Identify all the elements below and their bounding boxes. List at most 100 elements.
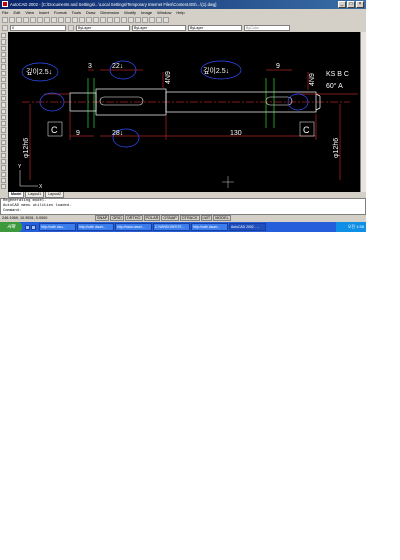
ucs-icon[interactable] <box>93 17 99 23</box>
rotate-icon[interactable] <box>1 184 6 190</box>
lineweight-select[interactable]: ByLayer <box>188 25 242 31</box>
hyperlink-icon[interactable] <box>86 17 92 23</box>
maximize-button[interactable]: □ <box>347 1 355 8</box>
diameter-left: φ12h6 <box>23 138 30 158</box>
ellipse-icon[interactable] <box>1 89 6 95</box>
print-icon[interactable] <box>23 17 29 23</box>
taskbar-item[interactable]: http://cafe.daum... <box>77 223 114 231</box>
properties-icon[interactable] <box>128 17 134 23</box>
rectangle-icon[interactable] <box>1 58 6 64</box>
osnap-toggle[interactable]: OSNAP <box>161 215 179 221</box>
polygon-icon[interactable] <box>1 51 6 58</box>
menu-image[interactable]: Image <box>141 10 152 15</box>
menu-draw[interactable]: Draw <box>86 10 95 15</box>
cut-icon[interactable] <box>44 17 50 23</box>
find-icon[interactable] <box>37 17 43 23</box>
multiline-text-icon[interactable] <box>1 140 6 146</box>
minimize-button[interactable]: _ <box>338 1 346 8</box>
taskbar-item[interactable]: http://cafe.dau... <box>39 223 76 231</box>
menu-modify[interactable]: Modify <box>124 10 136 15</box>
drawing-canvas[interactable]: C C 깊이2.5↓ 3 22↓ 깊이2.5↓ 9 KS B C 60° A 9… <box>8 32 360 192</box>
menu-window[interactable]: Window <box>157 10 171 15</box>
design-center-icon[interactable] <box>135 17 141 23</box>
color-select[interactable]: ByLayer <box>76 25 130 31</box>
arc-icon[interactable] <box>1 64 6 70</box>
crosshair-cursor <box>222 176 234 188</box>
erase-icon[interactable] <box>1 146 6 152</box>
vertical-scrollbar[interactable] <box>360 32 366 192</box>
taskbar-item[interactable]: C:\WINDOWS\TE... <box>153 223 190 231</box>
menu-file[interactable]: File <box>2 10 8 15</box>
menu-edit[interactable]: Edit <box>13 10 20 15</box>
paste-icon[interactable] <box>58 17 64 23</box>
autocad-app-icon[interactable] <box>2 1 8 7</box>
markup-icon[interactable] <box>156 17 162 23</box>
copy-icon[interactable] <box>51 17 57 23</box>
dim-9-bottom: 9 <box>76 130 80 137</box>
model-toggle[interactable]: MODEL <box>213 215 231 221</box>
otrack-toggle[interactable]: OTRACK <box>179 215 200 221</box>
title-bar[interactable]: AutoCAD 2002 - [C:\Documents and Setting… <box>0 0 366 9</box>
dbconnect-icon[interactable] <box>149 17 155 23</box>
menu-dimension[interactable]: Dimension <box>100 10 119 15</box>
command-window[interactable]: Regenerating model. AutoCAD menu utiliti… <box>0 198 366 215</box>
mirror-icon[interactable] <box>1 158 6 165</box>
zoom-previous-icon[interactable] <box>121 17 127 23</box>
lwt-toggle[interactable]: LWT <box>200 215 213 221</box>
properties-toolbar: 0 ByLayer ByLayer ByLayer ByColor <box>0 24 366 32</box>
move-icon[interactable] <box>1 177 6 184</box>
layer-select[interactable]: 0 <box>10 25 66 31</box>
revcloud-icon[interactable] <box>1 77 6 83</box>
make-block-icon[interactable] <box>1 108 6 114</box>
table-icon[interactable] <box>1 133 6 140</box>
ortho-toggle[interactable]: ORTHO <box>124 215 143 221</box>
spline-icon[interactable] <box>1 83 6 89</box>
polar-toggle[interactable]: POLAR <box>143 215 161 221</box>
save-icon[interactable] <box>16 17 22 23</box>
menu-tools[interactable]: Tools <box>72 10 81 15</box>
copy-object-icon[interactable] <box>1 152 6 158</box>
undo-icon[interactable] <box>72 17 78 23</box>
menu-insert[interactable]: Insert <box>39 10 49 15</box>
match-properties-icon[interactable] <box>65 17 71 23</box>
command-prompt[interactable]: Command: <box>3 209 365 214</box>
line-icon[interactable] <box>1 33 6 39</box>
open-file-icon[interactable] <box>9 17 15 23</box>
zoom-window-icon[interactable] <box>114 17 120 23</box>
array-icon[interactable] <box>1 171 6 177</box>
diameter-right: φ12h6 <box>333 138 340 158</box>
taskbar-item[interactable]: http://www.naver... <box>115 223 152 231</box>
make-current-icon[interactable] <box>68 25 74 31</box>
construction-line-icon[interactable] <box>1 39 6 45</box>
grid-toggle[interactable]: GRID <box>110 215 124 221</box>
help-icon[interactable] <box>163 17 169 23</box>
menu-view[interactable]: View <box>25 10 34 15</box>
taskbar-item-autocad[interactable]: AutoCAD 2002 - ... <box>229 223 266 231</box>
plotstyle-select[interactable]: ByColor <box>244 25 290 31</box>
ellipse-arc-icon[interactable] <box>1 95 6 102</box>
close-button[interactable]: × <box>356 1 364 8</box>
point-icon[interactable] <box>1 114 6 121</box>
new-file-icon[interactable] <box>2 17 8 23</box>
snap-toggle[interactable]: SNAP <box>95 215 110 221</box>
preview-icon[interactable] <box>30 17 36 23</box>
region-icon[interactable] <box>1 127 6 133</box>
polyline-icon[interactable] <box>1 45 6 51</box>
pan-icon[interactable] <box>100 17 106 23</box>
circle-icon[interactable] <box>1 70 6 77</box>
ie-icon[interactable] <box>25 224 30 230</box>
insert-block-icon[interactable] <box>1 102 6 108</box>
taskbar-item[interactable]: http://cafe.daum... <box>191 223 228 231</box>
zoom-realtime-icon[interactable] <box>107 17 113 23</box>
hatch-icon[interactable] <box>1 121 6 127</box>
menu-format[interactable]: Format <box>54 10 67 15</box>
offset-icon[interactable] <box>1 165 6 171</box>
autocad-window: AutoCAD 2002 - [C:\Documents and Setting… <box>0 0 366 232</box>
menu-help[interactable]: Help <box>176 10 184 15</box>
start-button[interactable]: 시작 <box>0 222 22 232</box>
layer-manager-icon[interactable] <box>2 25 8 31</box>
redo-icon[interactable] <box>79 17 85 23</box>
linetype-select[interactable]: ByLayer <box>132 25 186 31</box>
desktop-icon[interactable] <box>31 224 36 230</box>
tool-palettes-icon[interactable] <box>142 17 148 23</box>
